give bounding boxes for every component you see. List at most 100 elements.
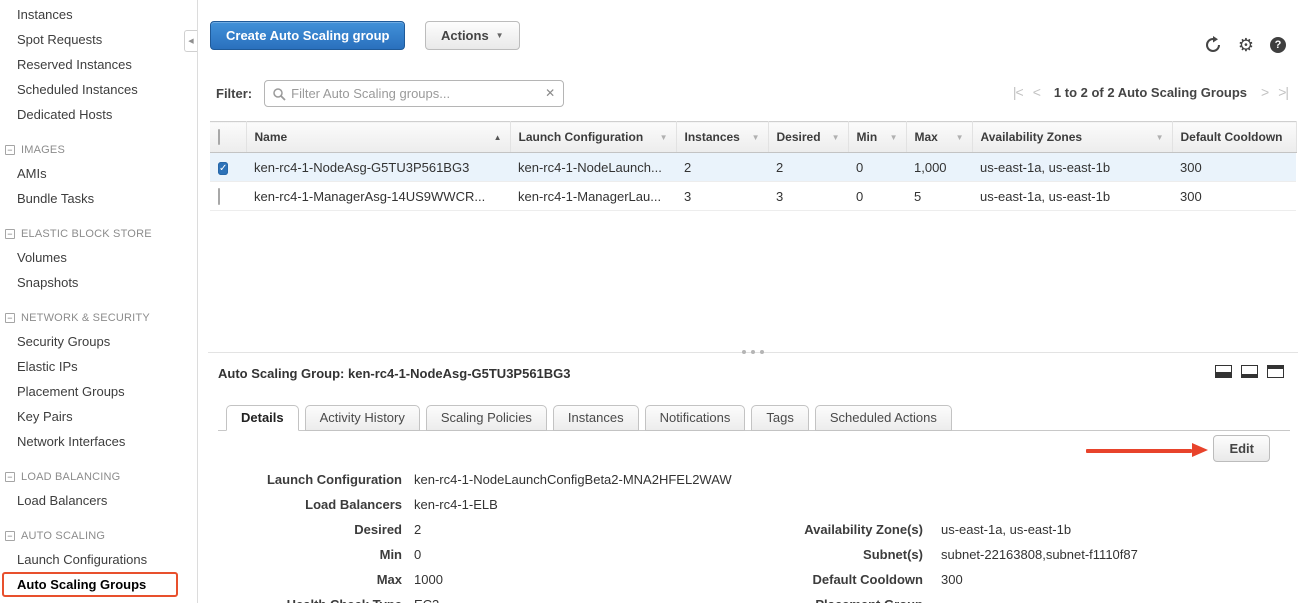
layout-bottom-pane-icon[interactable] — [1241, 365, 1258, 381]
sidebar-item-instances[interactable]: Instances — [0, 2, 190, 27]
column-header-availability-zones[interactable]: Availability Zones ▼ — [972, 122, 1172, 153]
sidebar-item-reserved-instances[interactable]: Reserved Instances — [0, 52, 190, 77]
details-panel-title: Auto Scaling Group: ken-rc4-1-NodeAsg-G5… — [218, 366, 571, 381]
sidebar-item-load-balancers[interactable]: Load Balancers — [0, 488, 190, 513]
gear-icon[interactable]: ⚙ — [1238, 36, 1254, 54]
sidebar-divider — [197, 0, 198, 603]
clear-filter-icon[interactable]: ✕ — [545, 86, 555, 100]
layout-split-pane-icon[interactable] — [1215, 365, 1232, 381]
field-label: Load Balancers — [216, 497, 402, 512]
sidebar-item-volumes[interactable]: Volumes — [0, 245, 190, 270]
tab-instances[interactable]: Instances — [553, 405, 639, 431]
column-header-instances[interactable]: Instances ▼ — [676, 122, 768, 153]
cell-min: 0 — [848, 153, 906, 182]
sidebar-item-security-groups[interactable]: Security Groups — [0, 329, 190, 354]
tab-activity-history[interactable]: Activity History — [305, 405, 420, 431]
field-availability-zones: Availability Zone(s) us-east-1a, us-east… — [803, 517, 1138, 542]
edit-button[interactable]: Edit — [1213, 435, 1270, 462]
tab-tags[interactable]: Tags — [751, 405, 808, 431]
annotation-arrow — [1086, 443, 1208, 458]
column-header-launch-configuration[interactable]: Launch Configuration ▼ — [510, 122, 676, 153]
layout-full-pane-icon[interactable] — [1267, 365, 1284, 381]
field-label: Subnet(s) — [803, 547, 923, 562]
select-all-header[interactable] — [210, 122, 246, 153]
sidebar-item-dedicated-hosts[interactable]: Dedicated Hosts — [0, 102, 190, 127]
column-label: Desired — [777, 130, 821, 144]
column-label: Min — [857, 130, 878, 144]
row-checkbox[interactable] — [218, 188, 220, 205]
next-page-icon[interactable]: > — [1261, 84, 1268, 100]
field-max: Max 1000 — [216, 567, 732, 592]
sort-icon: ▼ — [752, 133, 760, 142]
tab-details[interactable]: Details — [226, 405, 299, 431]
details-panel: Auto Scaling Group: ken-rc4-1-NodeAsg-G5… — [208, 352, 1298, 603]
sidebar-section-load-balancing[interactable]: − LOAD BALANCING — [0, 466, 190, 488]
sort-ascending-icon: ▲ — [494, 133, 502, 142]
sidebar-section-network-security[interactable]: − NETWORK & SECURITY — [0, 307, 190, 329]
actions-button[interactable]: Actions ▼ — [425, 21, 520, 50]
collapse-section-icon: − — [5, 229, 15, 239]
table-row[interactable]: ken-rc4-1-ManagerAsg-14US9WWCR... ken-rc… — [210, 182, 1296, 211]
pane-layout-controls — [1215, 365, 1284, 381]
cell-default-cooldown: 300 — [1172, 153, 1296, 182]
field-label: Desired — [216, 522, 402, 537]
sort-icon: ▼ — [832, 133, 840, 142]
panel-resize-handle[interactable] — [742, 350, 764, 354]
field-value: 2 — [414, 522, 421, 537]
sidebar-section-label: ELASTIC BLOCK STORE — [21, 223, 152, 245]
help-icon[interactable]: ? — [1270, 37, 1286, 53]
sidebar-section-elastic-block-store[interactable]: − ELASTIC BLOCK STORE — [0, 223, 190, 245]
actions-button-label: Actions — [441, 28, 489, 43]
search-icon — [272, 87, 286, 104]
tab-scheduled-actions[interactable]: Scheduled Actions — [815, 405, 952, 431]
field-value: EC2 — [414, 597, 439, 603]
cell-name: ken-rc4-1-NodeAsg-G5TU3P561BG3 — [246, 153, 510, 182]
cell-max: 5 — [906, 182, 972, 211]
select-all-checkbox[interactable] — [218, 129, 220, 145]
column-label: Instances — [685, 130, 740, 144]
field-value: subnet-22163808,subnet-f1110f87 — [941, 547, 1138, 562]
sidebar-item-scheduled-instances[interactable]: Scheduled Instances — [0, 77, 190, 102]
column-label: Name — [255, 130, 288, 144]
column-label: Availability Zones — [981, 130, 1083, 144]
row-checkbox[interactable]: ✓ — [218, 162, 228, 175]
sidebar-item-spot-requests[interactable]: Spot Requests — [0, 27, 190, 52]
sidebar-item-snapshots[interactable]: Snapshots — [0, 270, 190, 295]
sidebar-collapse-handle[interactable]: ◀ — [184, 30, 197, 52]
column-header-desired[interactable]: Desired ▼ — [768, 122, 848, 153]
last-page-icon[interactable]: >| — [1278, 84, 1288, 100]
details-tabstrip: Details Activity History Scaling Policie… — [218, 403, 1290, 431]
table-row[interactable]: ✓ ken-rc4-1-NodeAsg-G5TU3P561BG3 ken-rc4… — [210, 153, 1296, 182]
filter-bar: Filter: ✕ — [216, 80, 564, 107]
create-auto-scaling-group-button[interactable]: Create Auto Scaling group — [210, 21, 405, 50]
sidebar-item-placement-groups[interactable]: Placement Groups — [0, 379, 190, 404]
sidebar-item-bundle-tasks[interactable]: Bundle Tasks — [0, 186, 190, 211]
filter-label: Filter: — [216, 86, 252, 101]
main-content: Create Auto Scaling group Actions ▼ ⚙ ? … — [208, 0, 1298, 603]
field-label: Availability Zone(s) — [803, 522, 923, 537]
field-value: ken-rc4-1-ELB — [414, 497, 498, 512]
sidebar-item-auto-scaling-groups[interactable]: Auto Scaling Groups — [2, 572, 178, 597]
filter-input[interactable] — [291, 86, 537, 101]
field-label: Launch Configuration — [216, 472, 402, 487]
sidebar-section-images[interactable]: − IMAGES — [0, 139, 190, 161]
column-header-name[interactable]: Name ▲ — [246, 122, 510, 153]
prev-page-icon[interactable]: < — [1033, 84, 1040, 100]
sidebar-section-label: NETWORK & SECURITY — [21, 307, 150, 329]
sidebar-item-network-interfaces[interactable]: Network Interfaces — [0, 429, 190, 454]
first-page-icon[interactable]: |< — [1013, 84, 1023, 100]
tab-notifications[interactable]: Notifications — [645, 405, 746, 431]
sidebar-item-amis[interactable]: AMIs — [0, 161, 190, 186]
column-header-max[interactable]: Max ▼ — [906, 122, 972, 153]
tab-scaling-policies[interactable]: Scaling Policies — [426, 405, 547, 431]
sidebar-section-label: IMAGES — [21, 139, 65, 161]
sidebar-section-auto-scaling[interactable]: − AUTO SCALING — [0, 525, 190, 547]
column-header-min[interactable]: Min ▼ — [848, 122, 906, 153]
field-default-cooldown: Default Cooldown 300 — [803, 567, 1138, 592]
sidebar-item-elastic-ips[interactable]: Elastic IPs — [0, 354, 190, 379]
refresh-icon[interactable] — [1204, 36, 1222, 54]
sidebar-section-label: LOAD BALANCING — [21, 466, 120, 488]
sidebar-item-launch-configurations[interactable]: Launch Configurations — [0, 547, 190, 572]
sidebar-item-key-pairs[interactable]: Key Pairs — [0, 404, 190, 429]
column-header-default-cooldown[interactable]: Default Cooldown — [1172, 122, 1296, 153]
